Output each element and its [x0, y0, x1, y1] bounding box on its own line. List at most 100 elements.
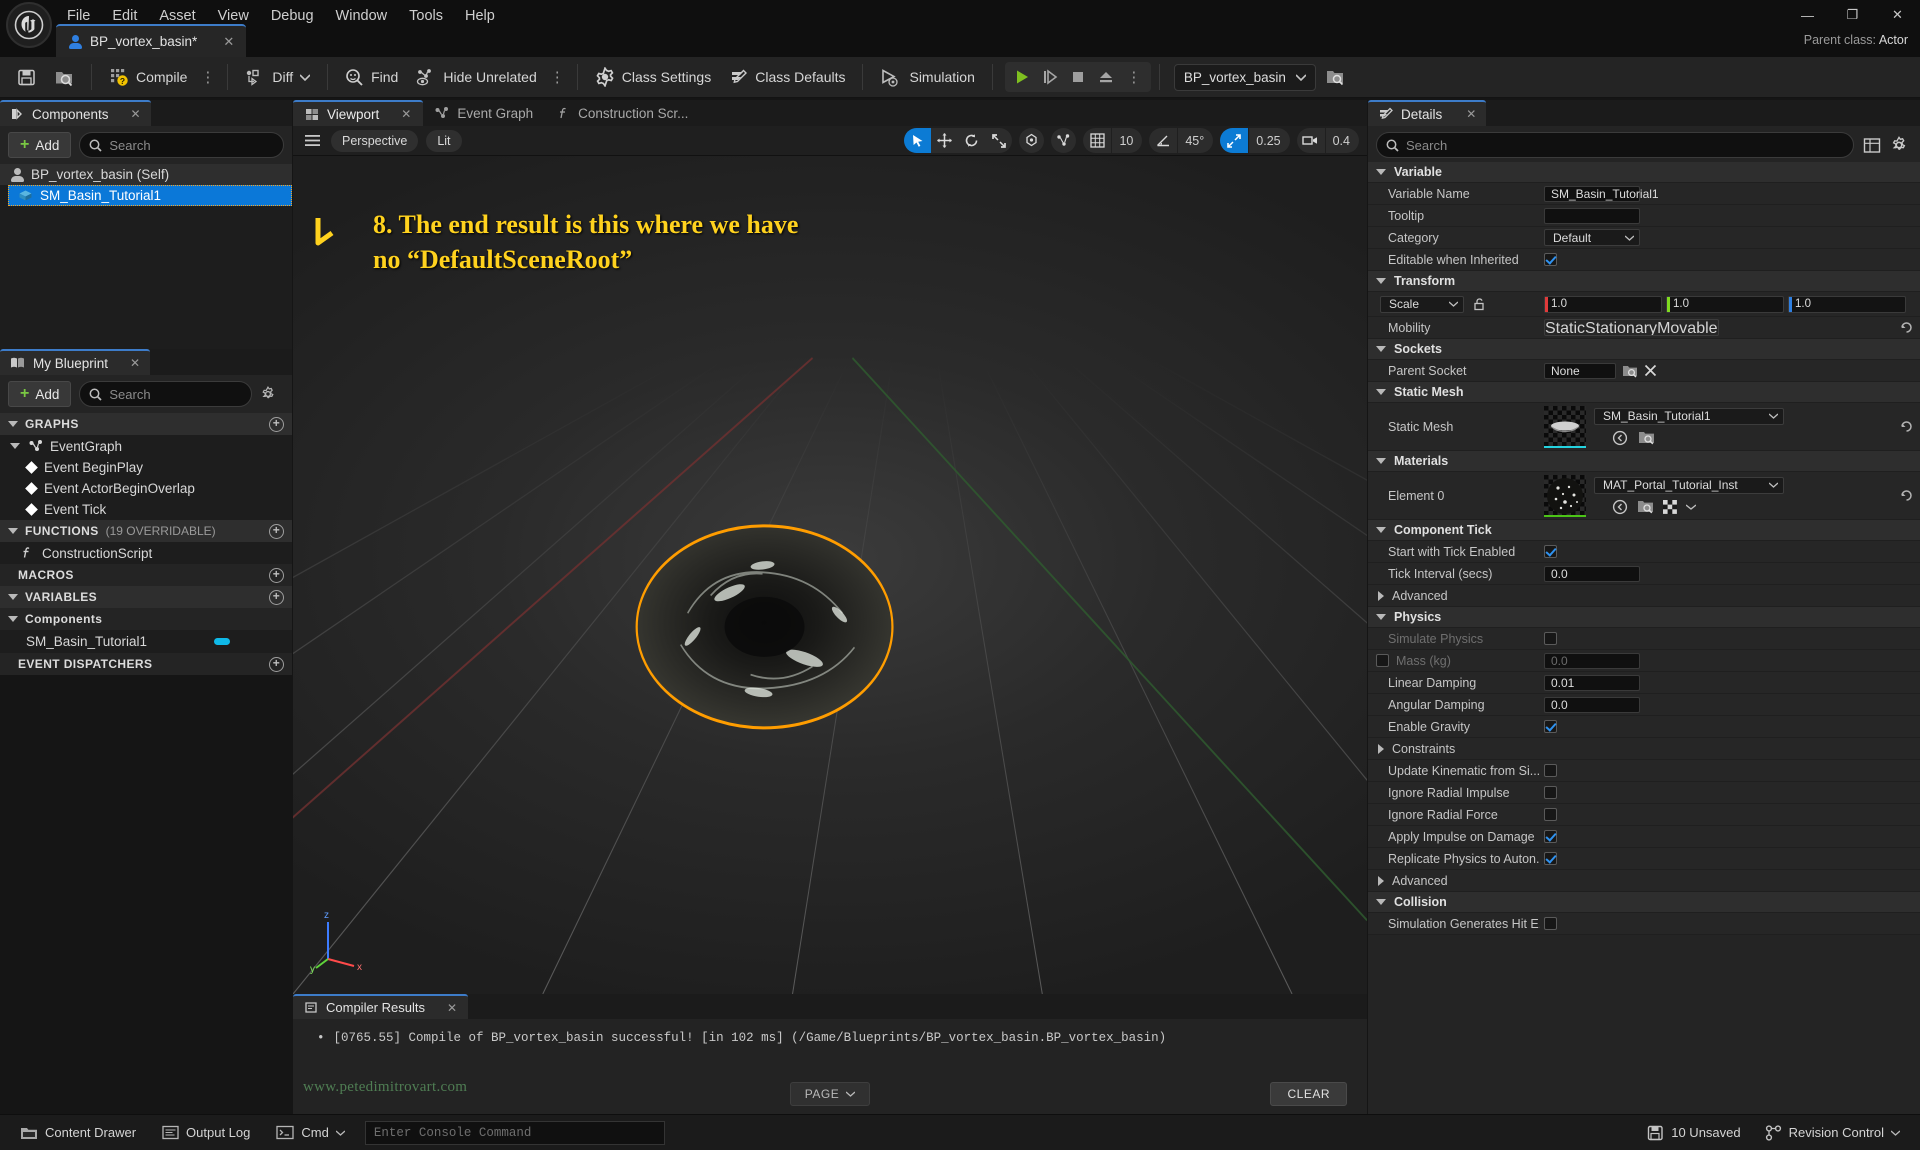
variable-name-field[interactable]: SM_Basin_Tutorial1: [1544, 185, 1659, 202]
browse-button[interactable]: [45, 62, 83, 92]
world-local-coords-button[interactable]: [1019, 128, 1045, 153]
tab-components-close-icon[interactable]: ✕: [131, 107, 141, 121]
angle-snap-value[interactable]: 45°: [1177, 128, 1213, 153]
scale-snap-icon[interactable]: [1220, 128, 1249, 153]
details-category-collision[interactable]: Collision: [1368, 892, 1920, 913]
details-category-variable[interactable]: Variable: [1368, 162, 1920, 183]
section-graphs[interactable]: GRAPHS +: [0, 413, 292, 435]
tree-item-component-variable[interactable]: SM_Basin_Tutorial1: [0, 630, 292, 653]
menu-tools[interactable]: Tools: [398, 4, 454, 28]
tree-item-event-beginplay[interactable]: Event BeginPlay: [0, 457, 292, 478]
component-row-sm-basin[interactable]: SM_Basin_Tutorial1: [8, 185, 292, 206]
revision-control-button[interactable]: Revision Control: [1755, 1120, 1910, 1146]
tree-item-event-actorbeginoverlap[interactable]: Event ActorBeginOverlap: [0, 478, 292, 499]
my-blueprint-add-button[interactable]: + Add: [8, 381, 72, 407]
section-functions[interactable]: FUNCTIONS (19 OVERRIDABLE) +: [0, 520, 292, 542]
unsaved-button[interactable]: 10 Unsaved: [1637, 1120, 1750, 1146]
mobility-option-stationary[interactable]: Stationary: [1585, 320, 1657, 335]
mobility-option-movable[interactable]: Movable: [1657, 320, 1717, 335]
start-with-tick-checkbox[interactable]: [1544, 545, 1557, 558]
menu-window[interactable]: Window: [325, 4, 399, 28]
grid-snap-value[interactable]: 10: [1111, 128, 1142, 153]
replicate-physics-checkbox[interactable]: [1544, 852, 1557, 865]
parent-socket-field[interactable]: None: [1544, 362, 1616, 379]
blueprint-selector[interactable]: BP_vortex_basin: [1173, 63, 1316, 91]
output-log-button[interactable]: Output Log: [152, 1120, 260, 1146]
tick-interval-field[interactable]: 0.0: [1544, 565, 1640, 582]
add-function-icon[interactable]: +: [269, 523, 284, 539]
scale-tool-button[interactable]: [985, 128, 1012, 153]
parent-socket-browse-icon[interactable]: [1622, 364, 1638, 378]
tab-compiler-results[interactable]: Compiler Results ✕: [293, 994, 469, 1019]
translate-tool-button[interactable]: [931, 128, 958, 153]
simulation-generates-hit-checkbox[interactable]: [1544, 917, 1557, 930]
angle-snap-icon[interactable]: [1149, 128, 1177, 153]
camera-speed-value[interactable]: 0.4: [1324, 128, 1359, 153]
linear-damping-field[interactable]: 0.01: [1544, 674, 1640, 691]
apply-impulse-on-damage-checkbox[interactable]: [1544, 830, 1557, 843]
tree-item-event-tick[interactable]: Event Tick: [0, 499, 292, 520]
viewport-perspective-button[interactable]: Perspective: [331, 129, 419, 152]
tab-viewport-close-icon[interactable]: ✕: [401, 107, 411, 121]
tab-details-close-icon[interactable]: ✕: [1466, 107, 1476, 121]
browse-to-asset-button[interactable]: [1316, 62, 1354, 92]
minimize-button[interactable]: —: [1785, 0, 1830, 30]
section-components-group[interactable]: Components: [0, 608, 292, 630]
lock-ratio-icon[interactable]: [1472, 297, 1486, 311]
document-tab-bp-vortex-basin[interactable]: BP_vortex_basin* ✕: [56, 24, 247, 57]
details-row-physics-advanced[interactable]: Advanced: [1368, 870, 1920, 892]
material-asset-combo[interactable]: MAT_Portal_Tutorial_Inst: [1594, 476, 1784, 494]
simulation-button[interactable]: Simulation: [871, 62, 983, 92]
details-row-tick-advanced[interactable]: Advanced: [1368, 585, 1920, 607]
step-button[interactable]: [1037, 64, 1063, 90]
save-button[interactable]: [8, 62, 45, 92]
mobility-option-static[interactable]: Static: [1545, 320, 1585, 335]
menu-debug[interactable]: Debug: [260, 4, 325, 28]
details-category-sockets[interactable]: Sockets: [1368, 339, 1920, 360]
compiler-page-button[interactable]: PAGE: [789, 1082, 871, 1106]
eject-button[interactable]: [1093, 64, 1119, 90]
section-macros[interactable]: MACROS +: [0, 564, 292, 586]
details-row-constraints[interactable]: Constraints: [1368, 738, 1920, 760]
select-tool-button[interactable]: [904, 128, 932, 153]
content-drawer-button[interactable]: Content Drawer: [10, 1120, 146, 1146]
details-search-input[interactable]: Search: [1376, 132, 1854, 158]
details-columns-icon[interactable]: [1863, 137, 1881, 154]
parent-class-value[interactable]: Actor: [1879, 33, 1908, 47]
simulate-physics-checkbox[interactable]: [1544, 632, 1557, 645]
components-add-button[interactable]: + Add: [8, 132, 72, 158]
components-search-input[interactable]: Search: [79, 132, 284, 158]
viewport-viewmode-button[interactable]: Lit: [426, 129, 462, 152]
parent-socket-clear-icon[interactable]: [1644, 364, 1657, 377]
stop-button[interactable]: [1065, 64, 1091, 90]
tree-item-eventgraph[interactable]: EventGraph: [0, 435, 292, 457]
material-browse-icon[interactable]: [1637, 499, 1654, 514]
diff-button[interactable]: Diff: [236, 62, 319, 92]
ignore-radial-force-checkbox[interactable]: [1544, 808, 1557, 821]
tab-compiler-results-close-icon[interactable]: ✕: [447, 1001, 457, 1015]
rotate-tool-button[interactable]: [958, 128, 985, 153]
add-macro-icon[interactable]: +: [269, 567, 284, 583]
compile-button[interactable]: ? Compile: [100, 62, 196, 92]
hide-unrelated-options-icon[interactable]: ⋮: [546, 70, 569, 85]
details-property-list[interactable]: Variable Variable Name SM_Basin_Tutorial…: [1368, 162, 1920, 1114]
add-graph-icon[interactable]: +: [269, 416, 284, 432]
details-category-transform[interactable]: Transform: [1368, 271, 1920, 292]
compiler-clear-button[interactable]: CLEAR: [1270, 1082, 1347, 1106]
class-defaults-button[interactable]: Class Defaults: [720, 62, 854, 92]
find-button[interactable]: Find: [336, 62, 407, 92]
tab-my-blueprint[interactable]: My Blueprint ✕: [0, 349, 151, 375]
material-use-selected-icon[interactable]: [1612, 499, 1628, 515]
play-button[interactable]: [1009, 64, 1035, 90]
close-window-button[interactable]: ✕: [1875, 0, 1920, 30]
scale-z-field[interactable]: 1.0: [1788, 295, 1906, 313]
details-category-component-tick[interactable]: Component Tick: [1368, 520, 1920, 541]
component-row-self[interactable]: BP_vortex_basin (Self): [0, 164, 292, 185]
grid-snap-icon[interactable]: [1083, 128, 1111, 153]
section-variables[interactable]: VARIABLES +: [0, 586, 292, 608]
scale-y-field[interactable]: 1.0: [1666, 295, 1784, 313]
details-category-physics[interactable]: Physics: [1368, 607, 1920, 628]
compile-options-icon[interactable]: ⋮: [196, 70, 219, 85]
material-options-chevron-icon[interactable]: [1686, 503, 1696, 510]
basin-static-mesh[interactable]: [293, 156, 1367, 994]
